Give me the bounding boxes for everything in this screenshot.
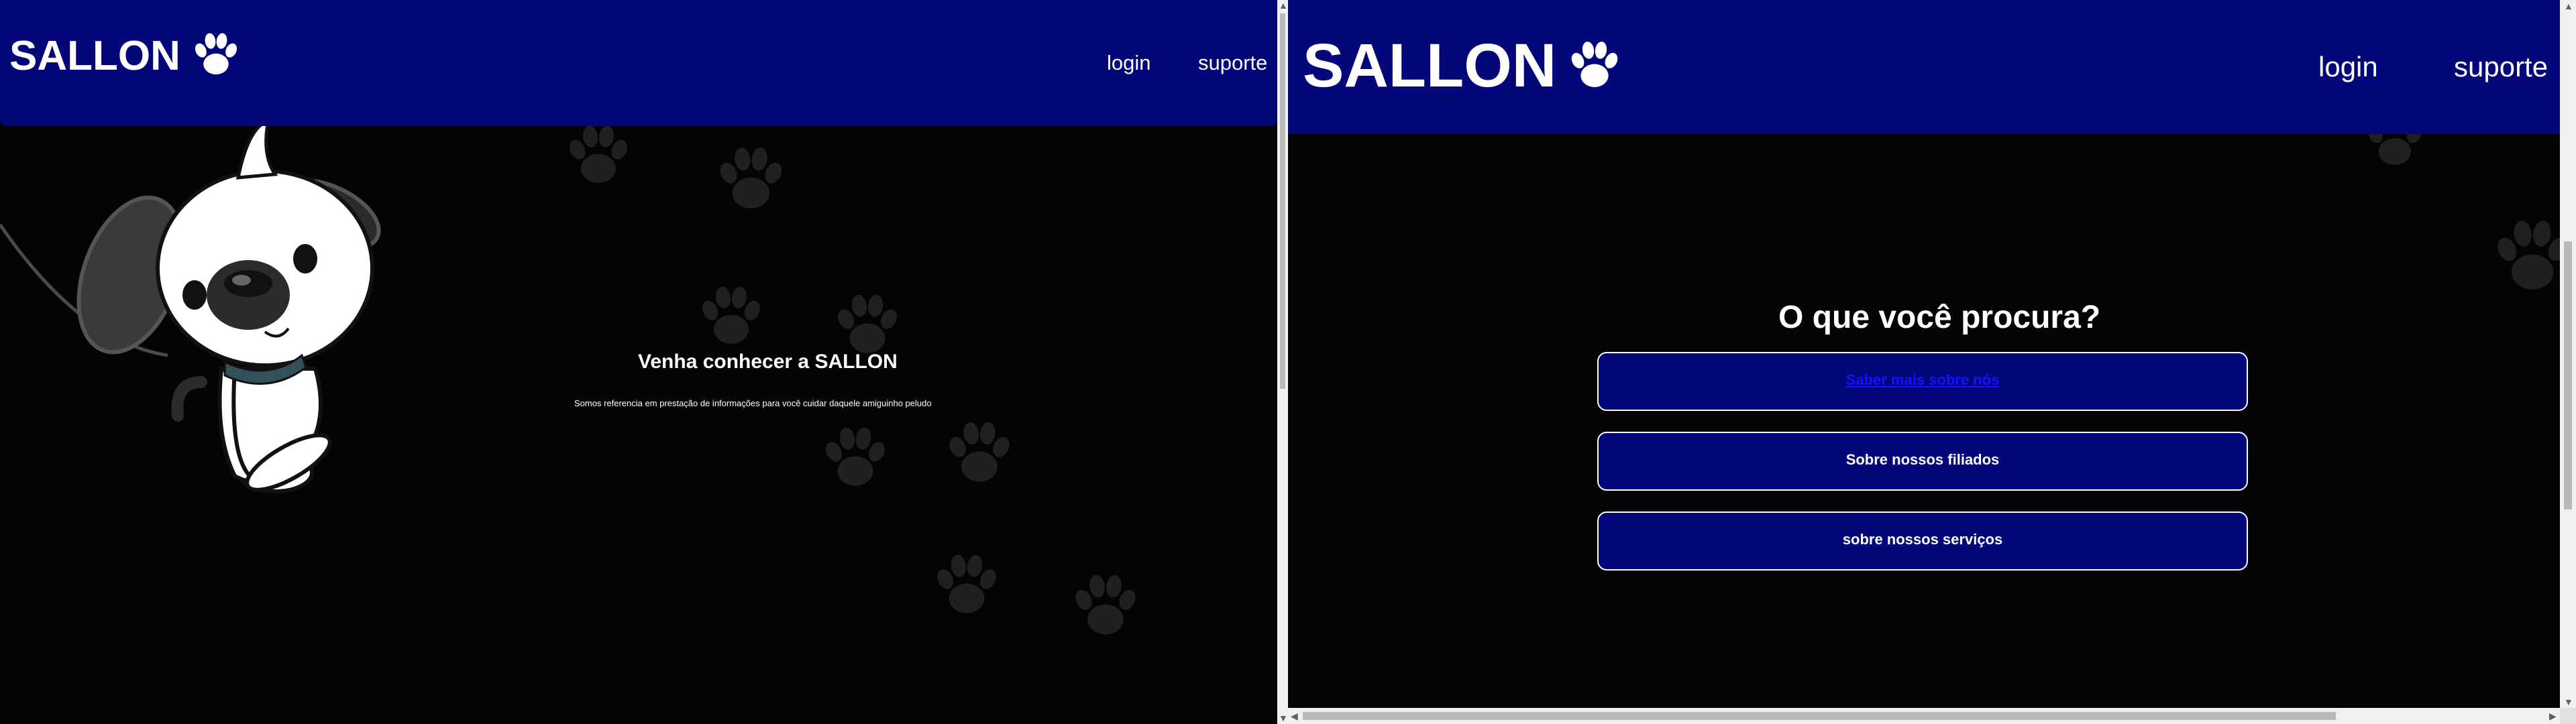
about-us-link[interactable]: Saber mais sobre nós <box>1846 371 2000 388</box>
dog-mascot <box>0 118 381 493</box>
paw-icon <box>2489 215 2560 302</box>
scrollbar-thumb[interactable] <box>2564 241 2572 509</box>
left-page-viewport: SALLON login suporte Venha conhecer a SA… <box>0 0 1277 724</box>
right-page-viewport: SALLON login suporte O que você procura?… <box>1288 0 2560 724</box>
hero-title: Venha conhecer a SALLON <box>638 351 898 373</box>
scroll-right-icon[interactable]: ▶ <box>2549 711 2557 721</box>
scroll-left-icon[interactable]: ◀ <box>1291 711 1298 721</box>
paw-icon <box>1068 570 1143 645</box>
paw-icon <box>818 422 892 496</box>
site-header: SALLON login suporte <box>1288 0 2560 134</box>
brand-name: SALLON <box>1303 32 1557 100</box>
scroll-down-icon[interactable]: ▼ <box>1279 713 1288 723</box>
right-horizontal-scrollbar[interactable]: ◀ ▶ <box>1288 708 2560 724</box>
scroll-down-icon[interactable]: ▼ <box>2564 697 2573 707</box>
brand-logo[interactable]: SALLON <box>9 29 242 82</box>
brand-logo[interactable]: SALLON <box>1303 31 1623 101</box>
about-us-link-button[interactable]: Saber mais sobre nós <box>1597 352 2248 411</box>
nav-support-link[interactable]: suporte <box>2454 51 2548 83</box>
scrollbar-corner <box>2560 708 2576 724</box>
nav-login-link[interactable]: login <box>2318 51 2378 83</box>
section-title: O que você procura? <box>1778 300 2101 335</box>
paw-icon <box>695 282 767 354</box>
right-vertical-scrollbar[interactable]: ▲ ▼ <box>2560 0 2576 708</box>
paw-icon <box>942 417 1017 492</box>
scrollbar-thumb[interactable] <box>1280 13 1285 389</box>
site-header: SALLON login suporte <box>0 0 1277 126</box>
scroll-up-icon[interactable]: ▲ <box>2564 1 2573 11</box>
nav-login-link[interactable]: login <box>1107 51 1151 75</box>
scroll-up-icon[interactable]: ▲ <box>1279 1 1288 10</box>
paw-icon <box>190 29 242 82</box>
paw-icon <box>712 142 790 219</box>
services-button[interactable]: sobre nossos serviços <box>1597 511 2248 570</box>
nav-support-link[interactable]: suporte <box>1198 51 1267 75</box>
paw-icon <box>562 121 635 193</box>
affiliates-label: Sobre nossos filiados <box>1845 451 2000 468</box>
affiliates-button[interactable]: Sobre nossos filiados <box>1597 432 2248 491</box>
paw-icon <box>1566 38 1623 95</box>
brand-name: SALLON <box>9 32 180 79</box>
services-label: sobre nossos serviços <box>1842 531 2003 548</box>
hero-subtitle: Somos referencia em prestação de informa… <box>574 398 932 408</box>
paw-icon <box>930 550 1004 623</box>
scrollbar-thumb[interactable] <box>1303 712 2336 720</box>
left-vertical-scrollbar[interactable]: ▲ ▼ <box>1277 0 1288 724</box>
